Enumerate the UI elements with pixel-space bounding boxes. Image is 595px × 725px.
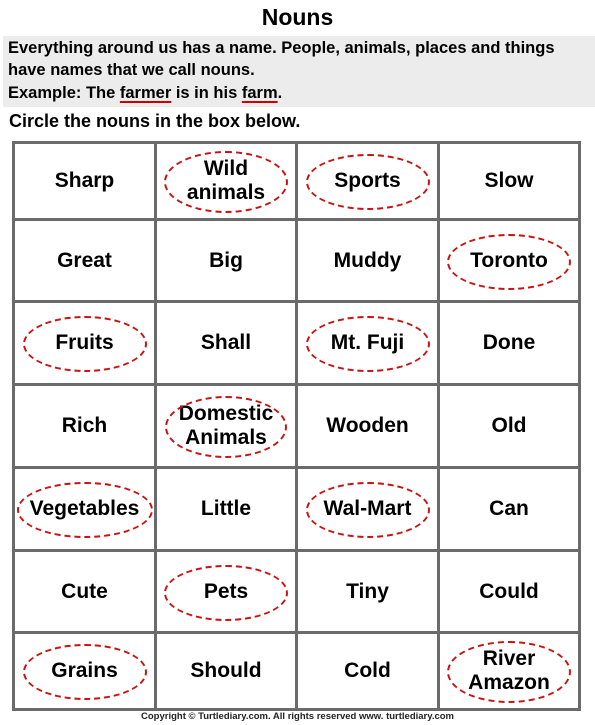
grid-cell[interactable]: Should bbox=[157, 634, 295, 708]
grid-cell[interactable]: Cute bbox=[15, 552, 154, 631]
cell-word: Wild animals bbox=[186, 157, 266, 204]
grid-cell[interactable]: Could bbox=[440, 552, 578, 631]
grid-cell[interactable]: Toronto bbox=[440, 221, 578, 300]
cell-word: Old bbox=[491, 414, 527, 437]
grid-cell[interactable]: Big bbox=[157, 221, 295, 300]
grid-line bbox=[437, 141, 440, 711]
cell-word: Muddy bbox=[333, 248, 402, 272]
cell-word: Little bbox=[200, 497, 252, 520]
grid-cell[interactable]: Fruits bbox=[15, 303, 154, 383]
cell-word: Rich bbox=[61, 414, 108, 437]
grid-cell[interactable]: Tiny bbox=[298, 552, 437, 631]
cell-word: River Amazon bbox=[468, 647, 550, 694]
cell-word: Tiny bbox=[346, 579, 389, 603]
grid-cell[interactable]: Done bbox=[440, 303, 578, 383]
intro-box: Everything around us has a name. People,… bbox=[3, 36, 595, 107]
cell-word: Could bbox=[479, 579, 539, 603]
grid-cell[interactable]: Rich bbox=[15, 386, 154, 466]
cell-word: Fruits bbox=[55, 331, 114, 354]
cell-word: Sports bbox=[334, 169, 401, 192]
cell-word: Mt. Fuji bbox=[330, 331, 405, 354]
grid-cell[interactable]: Muddy bbox=[298, 221, 437, 300]
cell-word: Great bbox=[57, 248, 112, 272]
grid-line bbox=[154, 141, 157, 711]
grid-cell[interactable]: Cold bbox=[298, 634, 437, 708]
instruction: Circle the nouns in the box below. bbox=[9, 111, 301, 131]
example-sentence: Example: The farmer is in his farm. bbox=[8, 84, 282, 103]
grid-cell[interactable]: Vegetables bbox=[15, 469, 154, 549]
cell-word: Wooden bbox=[326, 414, 409, 437]
cell-word: Can bbox=[489, 497, 529, 520]
grid-cell[interactable]: Sports bbox=[298, 144, 437, 218]
cell-word: Should bbox=[190, 659, 262, 682]
example-noun-farm: farm bbox=[241, 84, 278, 102]
example-suffix: . bbox=[277, 84, 283, 102]
grid-cell[interactable]: Slow bbox=[440, 144, 578, 218]
grid-cell[interactable]: Great bbox=[15, 221, 154, 300]
cell-word: Done bbox=[482, 331, 536, 354]
footer-copyright: Copyright © Turtlediary.com. All rights … bbox=[141, 711, 454, 722]
grid-cell[interactable]: Shall bbox=[157, 303, 295, 383]
cell-word: Wal-Mart bbox=[323, 497, 412, 520]
cell-word: Slow bbox=[484, 169, 534, 192]
grid-cell[interactable]: Mt. Fuji bbox=[298, 303, 437, 383]
cell-word: Cute bbox=[61, 579, 108, 603]
grid-cell[interactable]: Domestic Animals bbox=[157, 386, 295, 466]
page-title: Nouns bbox=[261, 4, 334, 30]
example-prefix: Example: The bbox=[8, 84, 120, 102]
grid-cell[interactable]: Wal-Mart bbox=[298, 469, 437, 549]
grid-cell[interactable]: Wild animals bbox=[157, 144, 295, 218]
intro-text: Everything around us has a name. People,… bbox=[8, 39, 555, 79]
cell-word: Domestic Animals bbox=[178, 402, 274, 449]
grid-line bbox=[578, 141, 581, 711]
grid-cell[interactable]: Wooden bbox=[298, 386, 437, 466]
cell-word: Vegetables bbox=[29, 497, 140, 520]
grid-cell[interactable]: Pets bbox=[157, 552, 295, 631]
cell-word: Shall bbox=[200, 331, 252, 354]
cell-word: Pets bbox=[203, 579, 249, 603]
grid-cell[interactable]: Sharp bbox=[15, 144, 154, 218]
cell-word: Big bbox=[209, 248, 243, 272]
grid-cell[interactable]: Little bbox=[157, 469, 295, 549]
cell-word: Toronto bbox=[470, 248, 548, 272]
grid-cell[interactable]: River Amazon bbox=[440, 634, 578, 708]
grid-cell[interactable]: Can bbox=[440, 469, 578, 549]
grid-line bbox=[12, 141, 15, 711]
grid-cell[interactable]: Grains bbox=[15, 634, 154, 708]
cell-word: Sharp bbox=[54, 169, 115, 192]
grid-cell[interactable]: Old bbox=[440, 386, 578, 466]
grid-line bbox=[295, 141, 298, 711]
example-mid: is in his bbox=[171, 84, 242, 102]
cell-word: Grains bbox=[51, 659, 118, 682]
cell-word: Cold bbox=[344, 659, 391, 682]
example-noun-farmer: farmer bbox=[119, 84, 172, 102]
